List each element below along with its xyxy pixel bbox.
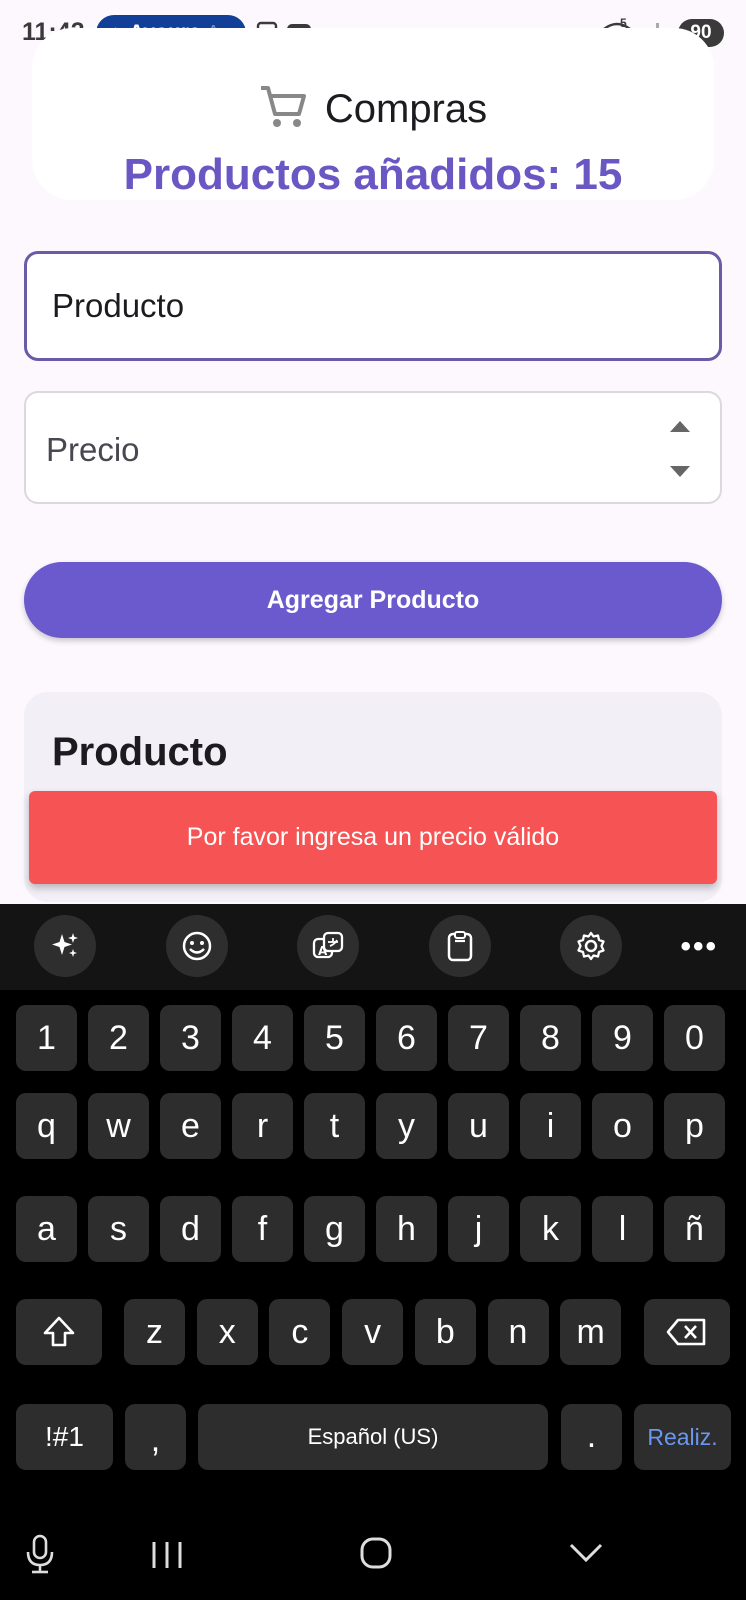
key-5[interactable]: 5 — [304, 1005, 365, 1071]
key-8[interactable]: 8 — [520, 1005, 581, 1071]
action-key[interactable]: Realiz. — [634, 1404, 731, 1470]
decrement-icon[interactable] — [670, 466, 690, 477]
key-f[interactable]: f — [232, 1196, 293, 1262]
recent-apps-icon[interactable] — [150, 1540, 184, 1575]
key-j[interactable]: j — [448, 1196, 509, 1262]
symbols-key[interactable]: !#1 — [16, 1404, 113, 1470]
key-u[interactable]: u — [448, 1093, 509, 1159]
more-icon[interactable]: ••• — [680, 930, 718, 964]
key-s[interactable]: s — [88, 1196, 149, 1262]
svg-text:A: A — [318, 944, 328, 958]
keyboard: A ••• 1234567890 qwertyuiop asdfghjklñ zxcv… — [0, 904, 746, 1600]
shift-key[interactable] — [16, 1299, 102, 1365]
space-key[interactable]: Español (US) — [198, 1404, 548, 1470]
backspace-icon — [666, 1318, 706, 1346]
clipboard-icon[interactable] — [429, 915, 491, 977]
price-input-placeholder: Precio — [46, 431, 140, 468]
list-header: Producto — [52, 730, 228, 774]
product-input[interactable]: Producto — [24, 251, 722, 361]
key-0[interactable]: 0 — [664, 1005, 725, 1071]
key-t[interactable]: t — [304, 1093, 365, 1159]
key-l[interactable]: l — [592, 1196, 653, 1262]
key-i[interactable]: i — [520, 1093, 581, 1159]
key-q[interactable]: q — [16, 1093, 77, 1159]
key-7[interactable]: 7 — [448, 1005, 509, 1071]
key-3[interactable]: 3 — [160, 1005, 221, 1071]
key-e[interactable]: e — [160, 1093, 221, 1159]
backspace-key[interactable] — [644, 1299, 730, 1365]
key-1[interactable]: 1 — [16, 1005, 77, 1071]
key-x[interactable]: x — [196, 1299, 258, 1365]
key-r[interactable]: r — [232, 1093, 293, 1159]
emoji-icon[interactable] — [166, 915, 228, 977]
key-h[interactable]: h — [376, 1196, 437, 1262]
page-title: Compras — [324, 87, 488, 131]
shopping-cart-icon — [259, 84, 307, 135]
header-title-row: Compras — [32, 84, 714, 135]
key-w[interactable]: w — [88, 1093, 149, 1159]
key-z[interactable]: z — [124, 1299, 185, 1365]
keyboard-toolbar: A ••• — [0, 904, 746, 990]
add-product-button[interactable]: Agregar Producto — [24, 562, 722, 638]
key-p[interactable]: p — [664, 1093, 725, 1159]
navigation-bar — [0, 1520, 746, 1600]
key-y[interactable]: y — [376, 1093, 437, 1159]
home-icon[interactable] — [359, 1536, 393, 1575]
key-4[interactable]: 4 — [232, 1005, 293, 1071]
products-count: Productos añadidos: 15 — [123, 150, 623, 199]
sparkle-icon[interactable] — [34, 915, 96, 977]
key-n[interactable]: n — [487, 1299, 549, 1365]
key-g[interactable]: g — [304, 1196, 365, 1262]
key-b[interactable]: b — [414, 1299, 476, 1365]
key-period[interactable]: . — [561, 1404, 622, 1470]
key-6[interactable]: 6 — [376, 1005, 437, 1071]
header-card: Compras Productos añadidos: 15 — [32, 28, 714, 200]
translate-icon[interactable]: A — [297, 915, 359, 977]
key-2[interactable]: 2 — [88, 1005, 149, 1071]
key-a[interactable]: a — [16, 1196, 77, 1262]
increment-icon[interactable] — [670, 421, 690, 432]
key-9[interactable]: 9 — [592, 1005, 653, 1071]
hide-keyboard-icon[interactable] — [568, 1540, 604, 1571]
microphone-icon[interactable] — [24, 1534, 56, 1579]
error-snackbar: Por favor ingresa un precio válido — [29, 791, 717, 884]
product-input-value: Producto — [52, 287, 185, 324]
key-m[interactable]: m — [560, 1299, 622, 1365]
price-input[interactable]: Precio — [24, 391, 722, 504]
settings-icon[interactable] — [560, 915, 622, 977]
key-v[interactable]: v — [342, 1299, 404, 1365]
key-d[interactable]: d — [160, 1196, 221, 1262]
shift-icon — [43, 1316, 75, 1347]
key-k[interactable]: k — [520, 1196, 581, 1262]
key-ñ[interactable]: ñ — [664, 1196, 725, 1262]
key-comma[interactable]: , — [125, 1404, 186, 1470]
key-o[interactable]: o — [592, 1093, 653, 1159]
key-c[interactable]: c — [269, 1299, 331, 1365]
